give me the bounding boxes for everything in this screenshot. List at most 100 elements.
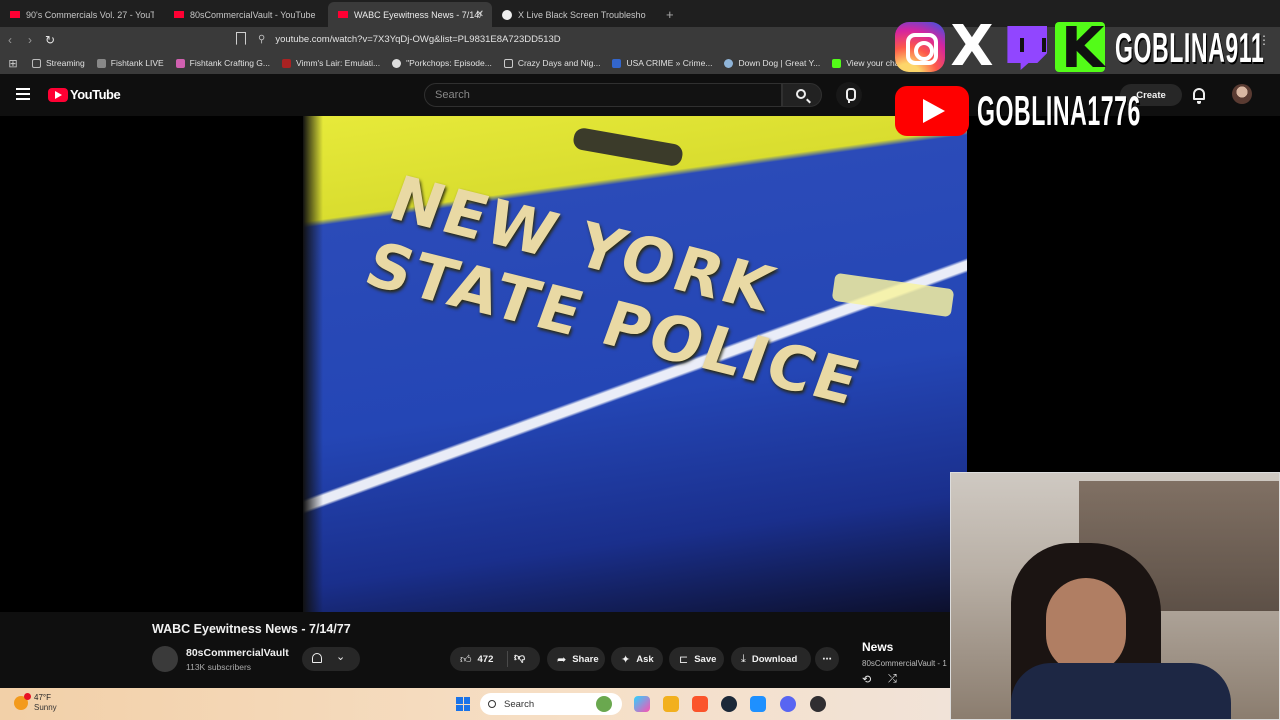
weather-widget[interactable]: 47°F Sunny xyxy=(14,693,57,713)
channel-avatar[interactable] xyxy=(152,646,178,672)
search-placeholder: Search xyxy=(435,89,470,101)
discord-icon[interactable] xyxy=(780,696,796,712)
youtube-icon xyxy=(338,11,348,18)
guide-menu-icon[interactable] xyxy=(16,88,30,100)
channel-name[interactable]: 80sCommercialVault xyxy=(186,647,289,659)
notepad-icon[interactable] xyxy=(750,696,766,712)
youtube-icon xyxy=(174,11,184,18)
download-button[interactable]: ⤓ Download xyxy=(731,647,811,671)
like-count: 472 xyxy=(477,653,494,665)
instagram-icon xyxy=(895,22,945,72)
search-button[interactable] xyxy=(782,83,822,107)
kick-icon xyxy=(1055,16,1105,81)
tab-80s-commercial-vault[interactable]: 80sCommercialVault - YouTube xyxy=(164,2,328,27)
social-overlay: X GOBLINA911 GOBLINA1776 xyxy=(895,16,1280,138)
share-button[interactable]: ➦ Share xyxy=(547,647,605,671)
thumbs-down-icon[interactable]: 👎︎ xyxy=(514,651,525,664)
youtube-play-icon xyxy=(48,87,68,102)
explorer-icon[interactable] xyxy=(663,696,679,712)
down-dog-icon xyxy=(724,58,734,68)
sunny-weather-icon xyxy=(14,693,31,710)
site-info-icon[interactable]: ⚲ xyxy=(258,34,265,45)
search-input[interactable]: Search xyxy=(424,83,782,107)
police-car-lettering: NEW YORK STATE POLICE xyxy=(356,161,871,420)
temperature: 47°F xyxy=(34,693,51,702)
bookmark-crazy-days[interactable]: Crazy Days and Nig... xyxy=(498,58,607,68)
back-icon[interactable]: ‹ xyxy=(0,33,20,47)
more-actions-icon[interactable]: ⋯ xyxy=(815,647,839,671)
bookmark-usa-crime[interactable]: USA CRIME » Crime... xyxy=(606,58,718,68)
webcam-overlay xyxy=(950,472,1280,720)
apps-grid-icon[interactable]: ⊞ xyxy=(0,57,26,70)
kick-icon xyxy=(832,58,842,68)
bookmark-porkchops[interactable]: "Porkchops: Episode... xyxy=(386,58,498,68)
streamer-shirt xyxy=(1011,663,1231,719)
playlist-channel: 80sCommercialVault - 1 xyxy=(862,659,947,668)
bookmark-down-dog[interactable]: Down Dog | Great Y... xyxy=(718,58,826,68)
youtube-logo[interactable]: YouTube xyxy=(48,87,121,102)
bookmark-fishtank-crafting[interactable]: Fishtank Crafting G... xyxy=(170,58,276,68)
video-edge-shadow xyxy=(303,116,323,612)
streamer-face xyxy=(1046,578,1126,673)
windows-taskbar: 47°F Sunny Search xyxy=(0,688,950,720)
search-icon xyxy=(488,700,496,708)
subscription-bell-button[interactable]: ⌄ xyxy=(302,647,360,671)
copilot-icon[interactable] xyxy=(634,696,650,712)
youtube-icon xyxy=(895,86,969,136)
bookmark-streaming[interactable]: Streaming xyxy=(26,58,91,68)
car-door-handle xyxy=(571,126,685,168)
vimms-lair-icon xyxy=(281,58,291,68)
save-button[interactable]: ⊏ Save xyxy=(669,647,724,671)
tab-wabc-eyewitness-news[interactable]: WABC Eyewitness News - 7/14/7 ✕ xyxy=(328,2,492,27)
video-frame[interactable]: NEW YORK STATE POLICE xyxy=(303,116,967,612)
widgets-icon[interactable] xyxy=(596,696,612,712)
like-button[interactable]: 👍︎ 472 👎︎ xyxy=(450,647,540,671)
bookmark-icon[interactable] xyxy=(236,32,246,45)
close-tab-icon[interactable]: ✕ xyxy=(476,9,484,20)
obs-icon[interactable] xyxy=(810,696,826,712)
video-title: WABC Eyewitness News - 7/14/77 xyxy=(152,622,351,636)
loop-icon[interactable]: ⟲ xyxy=(862,673,871,686)
shuffle-icon[interactable]: ⤮ xyxy=(888,673,897,686)
bookmark-save-icon: ⊏ xyxy=(679,653,689,666)
tab-90s-commercials[interactable]: 90's Commercials Vol. 27 - YouTube xyxy=(0,2,164,27)
fishtank-crafting-icon xyxy=(175,58,185,68)
social-handle-youtube: GOBLINA1776 xyxy=(977,87,1141,134)
weather-condition: Sunny xyxy=(34,703,57,712)
x-icon xyxy=(502,9,512,20)
playlist-title: News xyxy=(862,640,894,654)
share-icon: ➦ xyxy=(557,653,567,666)
bell-icon xyxy=(312,653,322,663)
social-handle-primary: GOBLINA911 xyxy=(1115,24,1265,71)
subscriber-count: 113K subscribers xyxy=(186,662,252,672)
new-tab-button[interactable]: + xyxy=(656,2,684,27)
fishtank-icon xyxy=(96,58,106,68)
chevron-down-icon: ⌄ xyxy=(336,651,346,663)
youtube-icon xyxy=(10,11,20,18)
divider xyxy=(507,651,508,667)
folder-icon xyxy=(32,58,41,68)
usa-crime-icon xyxy=(612,58,622,68)
download-icon: ⤓ xyxy=(741,652,746,665)
voice-search-icon[interactable] xyxy=(836,82,862,108)
bookmark-vimms-lair[interactable]: Vimm's Lair: Emulati... xyxy=(276,58,386,68)
sparkle-icon: ✦ xyxy=(621,653,631,666)
bookmark-fishtank-live[interactable]: Fishtank LIVE xyxy=(91,58,170,68)
brave-icon[interactable] xyxy=(692,696,708,712)
tab-x-live-troubleshooting[interactable]: X Live Black Screen Troubleshooting xyxy=(492,2,656,27)
podcast-icon xyxy=(392,58,402,68)
tab-label: X Live Black Screen Troubleshooting xyxy=(518,9,646,20)
tab-label: 80sCommercialVault - YouTube xyxy=(190,9,316,20)
ask-button[interactable]: ✦ Ask xyxy=(611,647,663,671)
tab-label: 90's Commercials Vol. 27 - YouTube xyxy=(26,9,154,20)
windows-start-icon[interactable] xyxy=(456,697,470,711)
playlist-panel[interactable]: News 80sCommercialVault - 1 ⟲ ⤮ xyxy=(852,630,950,688)
twitch-icon xyxy=(1007,26,1047,70)
search-icon xyxy=(796,89,806,99)
url-text: youtube.com/watch?v=7X3YqDj-OWg&list=PL9… xyxy=(275,34,561,45)
forward-icon[interactable]: › xyxy=(20,33,40,47)
steam-icon[interactable] xyxy=(721,696,737,712)
tab-label: WABC Eyewitness News - 7/14/7 xyxy=(354,9,482,20)
reload-icon[interactable]: ↻ xyxy=(40,33,60,47)
address-bar[interactable]: ⚲ youtube.com/watch?v=7X3YqDj-OWg&list=P… xyxy=(258,30,888,49)
